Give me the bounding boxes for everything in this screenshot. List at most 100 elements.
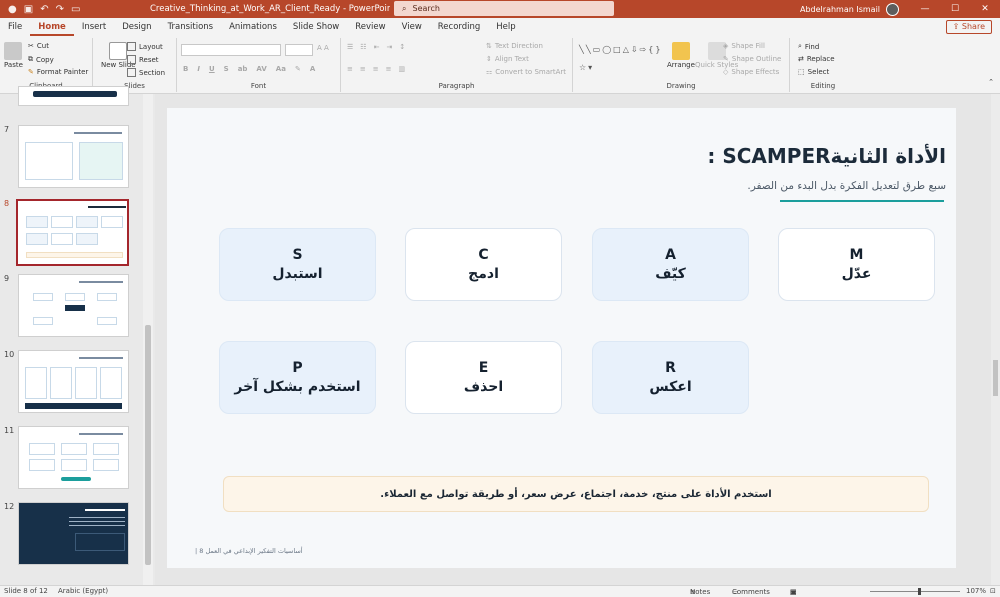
slide-thumbnail-8[interactable]	[16, 199, 129, 266]
tab-review[interactable]: Review	[347, 18, 393, 36]
font-name-combo[interactable]	[181, 44, 281, 56]
tab-home[interactable]: Home	[30, 18, 74, 36]
tab-design[interactable]: Design	[114, 18, 159, 36]
slideshow-view-icon[interactable]: ▭	[790, 588, 797, 596]
canvas-scroll-thumb[interactable]	[993, 360, 998, 396]
language-indicator[interactable]: Arabic (Egypt)	[58, 587, 108, 595]
user-account[interactable]: Abdelrahman Ismail	[800, 0, 900, 18]
bullets-icon[interactable]: ☰	[347, 43, 353, 51]
cut-button[interactable]: ✂ Cut	[28, 42, 49, 50]
format-painter-button[interactable]: ✎ Format Painter	[28, 68, 88, 76]
align-right-icon[interactable]: ≡	[373, 65, 379, 73]
shape-star-icon[interactable]: ☆	[579, 63, 586, 72]
scamper-card-a[interactable]: A كيّف	[592, 228, 749, 301]
shape-oval-icon[interactable]: ◯	[602, 45, 611, 54]
zoom-level[interactable]: 107%	[966, 587, 986, 595]
scamper-card-s[interactable]: S استبدل	[219, 228, 376, 301]
section-button[interactable]: Section	[127, 68, 165, 77]
shape-brace-icon[interactable]: {	[648, 45, 653, 54]
shapes-gallery[interactable]: ╲ ╲ ▭ ◯ □ △ ⇩ ⇨{} ☆ ▾	[579, 41, 663, 75]
find-button[interactable]: ⌕ Find	[798, 42, 819, 51]
outdent-icon[interactable]: ⇥	[386, 43, 392, 51]
copy-button[interactable]: ⧉ Copy	[28, 55, 54, 64]
shape-brace2-icon[interactable]: }	[655, 45, 660, 54]
layout-button[interactable]: Layout	[127, 42, 163, 51]
close-icon[interactable]: ✕	[970, 0, 1000, 18]
line-spacing-icon[interactable]: ↕	[399, 43, 405, 51]
tab-recording[interactable]: Recording	[430, 18, 489, 36]
spacing-icon[interactable]: ab	[238, 65, 248, 73]
indent-icon[interactable]: ⇤	[374, 43, 380, 51]
highlight-icon[interactable]: ✎	[295, 65, 301, 73]
save-icon[interactable]: ▣	[24, 4, 33, 15]
reset-button[interactable]: Reset	[127, 55, 159, 64]
redo-icon[interactable]: ↷	[56, 4, 64, 15]
tab-file[interactable]: File	[0, 18, 30, 36]
slide-thumbnail-12[interactable]	[18, 502, 129, 565]
font-size-combo[interactable]	[285, 44, 313, 56]
slide-thumbnail-7[interactable]	[18, 125, 129, 188]
zoom-slider[interactable]	[870, 591, 960, 592]
tab-insert[interactable]: Insert	[74, 18, 114, 36]
fit-slide-icon[interactable]: ⊡	[990, 587, 996, 595]
shape-triangle-icon[interactable]: △	[623, 45, 629, 54]
justify-icon[interactable]: ≡	[386, 65, 392, 73]
scamper-card-p[interactable]: P استخدم بشكل آخر	[219, 341, 376, 414]
bold-icon[interactable]: B	[183, 65, 188, 73]
present-icon[interactable]: ▭	[71, 4, 80, 15]
avatar[interactable]	[886, 2, 900, 16]
shape-line2-icon[interactable]: ╲	[586, 45, 591, 54]
scamper-card-c[interactable]: C ادمج	[405, 228, 562, 301]
tab-view[interactable]: View	[394, 18, 430, 36]
smartart-button[interactable]: ⚏ Convert to SmartArt	[486, 68, 566, 76]
shape-rect-icon[interactable]: ▭	[593, 45, 601, 54]
case-icon[interactable]: Aa	[276, 65, 286, 73]
italic-icon[interactable]: I	[197, 65, 200, 73]
slide-title[interactable]: الأداة الثانيةSCAMPER :	[707, 144, 946, 168]
zoom-slider-handle[interactable]	[918, 588, 921, 595]
paste-button[interactable]: Paste	[4, 42, 23, 69]
scamper-card-m[interactable]: M عدّل	[778, 228, 935, 301]
shape-arrow-icon[interactable]: ⇩	[631, 45, 638, 54]
scamper-card-r[interactable]: R اعكس	[592, 341, 749, 414]
tab-animations[interactable]: Animations	[221, 18, 285, 36]
shape-outline-button[interactable]: ✎ Shape Outline	[723, 55, 781, 63]
current-slide[interactable]: الأداة الثانيةSCAMPER : سبع طرق لتعديل ا…	[167, 108, 956, 568]
text-direction-button[interactable]: ⇅ Text Direction	[486, 42, 543, 50]
font-size-icons[interactable]: A A	[317, 44, 329, 52]
thumbnail-scroll-thumb[interactable]	[145, 325, 151, 565]
shape-line-icon[interactable]: ╲	[579, 45, 584, 54]
select-button[interactable]: ⬚ Select	[798, 68, 829, 76]
align-left-icon[interactable]: ≡	[347, 65, 353, 73]
slide-thumbnail-6[interactable]	[18, 86, 129, 106]
autosave-icon[interactable]: ●	[8, 4, 17, 15]
align-center-icon[interactable]: ≡	[360, 65, 366, 73]
tab-transitions[interactable]: Transitions	[160, 18, 222, 36]
shape-effects-button[interactable]: ◇ Shape Effects	[723, 68, 779, 76]
replace-button[interactable]: ⇄ Replace	[798, 55, 835, 63]
slide-thumbnail-9[interactable]	[18, 274, 129, 337]
maximize-icon[interactable]: ☐	[940, 0, 970, 18]
slide-thumbnail-10[interactable]	[18, 350, 129, 413]
search-box[interactable]: ⌕ Search	[394, 1, 614, 16]
scamper-card-e[interactable]: E احذف	[405, 341, 562, 414]
numbering-icon[interactable]: ☷	[360, 43, 366, 51]
align-text-button[interactable]: ⇕ Align Text	[486, 55, 529, 63]
columns-icon[interactable]: ▥	[399, 65, 406, 73]
spacing2-icon[interactable]: AV	[256, 65, 266, 73]
shape-arrow2-icon[interactable]: ⇨	[640, 45, 647, 54]
shape-square-icon[interactable]: □	[613, 45, 621, 54]
arrange-button[interactable]: Arrange	[667, 42, 695, 69]
strikethrough-icon[interactable]: S	[224, 65, 229, 73]
shape-fill-button[interactable]: ◈ Shape Fill	[723, 42, 765, 50]
share-button[interactable]: ⇪ Share	[945, 20, 992, 34]
canvas-scrollbar[interactable]	[991, 94, 1000, 585]
collapse-ribbon-icon[interactable]: ⌃	[988, 78, 994, 86]
shape-more-icon[interactable]: ▾	[588, 63, 592, 72]
undo-icon[interactable]: ↶	[40, 4, 48, 15]
slide-thumbnail-11[interactable]	[18, 426, 129, 489]
usage-note-box[interactable]: استخدم الأداة على منتج، خدمة، اجتماع، عر…	[223, 476, 929, 512]
font-color-icon[interactable]: A	[310, 65, 315, 73]
tab-help[interactable]: Help	[488, 18, 523, 36]
underline-icon[interactable]: U	[209, 65, 215, 73]
